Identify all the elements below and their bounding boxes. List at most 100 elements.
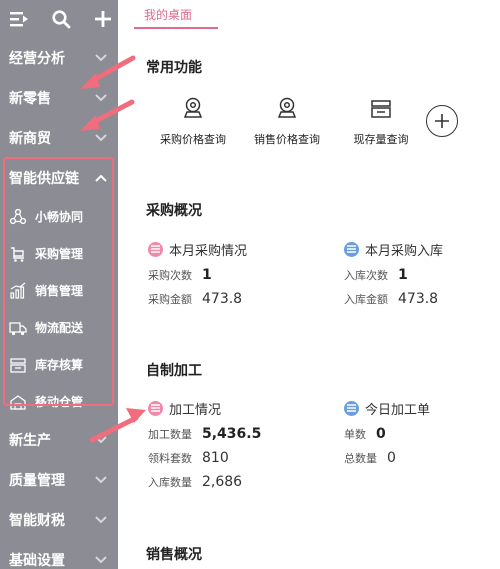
- section-title-sales: 销售概况: [146, 547, 202, 563]
- kv-key: 采购金额: [148, 293, 192, 306]
- kv-value: 1: [202, 267, 212, 283]
- list-badge-icon: [148, 241, 163, 257]
- kv-row: 采购金额 473.8: [148, 291, 318, 307]
- sidebar-item-label: 智能供应链: [9, 171, 79, 187]
- kv-value: 1: [398, 267, 408, 283]
- card-processing-status[interactable]: 加工情况 加工数量 5,436.5 领料套数 810 入库数量 2,686: [148, 398, 318, 490]
- kv-value: 473.8: [398, 291, 439, 307]
- chevron-down-icon: [94, 91, 108, 105]
- menu-collapse-icon[interactable]: [8, 8, 30, 30]
- sidebar-subitem-collab[interactable]: 小畅协同: [0, 198, 118, 235]
- search-icon[interactable]: [50, 8, 72, 30]
- sidebar-subitem-label: 库存核算: [35, 358, 84, 372]
- sales-chart-icon: [9, 282, 27, 300]
- add-function-button[interactable]: [426, 105, 458, 137]
- card-title: 本月采购情况: [169, 243, 248, 259]
- kv-value: 0: [376, 426, 386, 442]
- kv-value: 5,436.5: [202, 426, 262, 442]
- cart-icon: [9, 245, 27, 263]
- kv-value: 473.8: [202, 291, 243, 307]
- sidebar-item-new-production[interactable]: 新生产: [0, 420, 118, 460]
- sidebar-subitem-sales[interactable]: 销售管理: [0, 272, 118, 309]
- sidebar-subitem-label: 采购管理: [35, 247, 84, 261]
- section-title-common: 常用功能: [146, 60, 202, 76]
- collab-icon: [9, 208, 27, 226]
- list-badge-icon: [344, 241, 359, 257]
- chevron-down-icon: [94, 473, 108, 487]
- card-header: 今日加工单: [344, 398, 500, 418]
- kv-key: 单数: [344, 428, 366, 441]
- kv-key: 加工数量: [148, 428, 192, 441]
- func-stock-query[interactable]: 现存量查询: [334, 95, 428, 147]
- inventory-icon: [9, 356, 27, 374]
- sidebar-item-label: 新生产: [9, 433, 51, 449]
- kv-row: 加工数量 5,436.5: [148, 426, 318, 442]
- supply-chain-submenu: 小畅协同 采购管理 销售管理 物流配送 库存核算 移动仓管: [0, 198, 118, 420]
- kv-key: 领料套数: [148, 452, 192, 465]
- chevron-down-icon: [94, 51, 108, 65]
- card-today-processing-orders[interactable]: 今日加工单 单数 0 总数量 0: [344, 398, 500, 466]
- card-title: 本月采购入库: [365, 243, 444, 259]
- sidebar-item-smart-supply-chain[interactable]: 智能供应链: [0, 158, 118, 198]
- sidebar-subitem-label: 销售管理: [35, 284, 84, 298]
- main-panel: 我的桌面 常用功能 采购价格查询 销售价格查询 现存量查询 采购概况 本月采购情…: [118, 0, 500, 569]
- truck-icon: [9, 319, 27, 337]
- card-header: 加工情况: [148, 398, 318, 418]
- kv-row: 总数量 0: [344, 450, 500, 466]
- sidebar-item-label: 经营分析: [9, 51, 65, 67]
- kv-key: 入库数量: [148, 476, 192, 489]
- func-purchase-price-query[interactable]: 采购价格查询: [146, 95, 240, 147]
- card-title: 加工情况: [169, 402, 222, 418]
- sidebar-item-label: 基础设置: [9, 553, 65, 569]
- sidebar-subitem-purchase[interactable]: 采购管理: [0, 235, 118, 272]
- kv-key: 入库金额: [344, 293, 388, 306]
- kv-row: 入库数量 2,686: [148, 474, 318, 490]
- kv-row: 入库金额 473.8: [344, 291, 500, 307]
- kv-value: 2,686: [202, 474, 243, 490]
- stock-icon: [367, 95, 395, 123]
- func-sales-price-query[interactable]: 销售价格查询: [240, 95, 334, 147]
- kv-row: 单数 0: [344, 426, 500, 442]
- card-monthly-purchase[interactable]: 本月采购情况 采购次数 1 采购金额 473.8: [148, 239, 318, 307]
- func-label: 采购价格查询: [160, 133, 226, 146]
- add-icon[interactable]: [92, 8, 114, 30]
- price-tag-icon: [179, 95, 207, 123]
- sidebar-item-label: 新商贸: [9, 131, 51, 147]
- sidebar-item-smart-finance[interactable]: 智能财税: [0, 500, 118, 540]
- sidebar-subitem-label: 移动仓管: [35, 395, 84, 409]
- func-label: 销售价格查询: [254, 133, 320, 146]
- kv-row: 采购次数 1: [148, 267, 318, 283]
- kv-key: 采购次数: [148, 269, 192, 282]
- list-badge-icon: [344, 400, 359, 416]
- sidebar-item-label: 新零售: [9, 91, 51, 107]
- sidebar-item-new-retail[interactable]: 新零售: [0, 78, 118, 118]
- tab-active-indicator: [134, 27, 218, 29]
- kv-row: 入库次数 1: [344, 267, 500, 283]
- card-monthly-purchase-inbound[interactable]: 本月采购入库 入库次数 1 入库金额 473.8: [344, 239, 500, 307]
- sidebar-item-label: 智能财税: [9, 513, 65, 529]
- kv-row: 领料套数 810: [148, 450, 318, 466]
- sidebar-item-quality[interactable]: 质量管理: [0, 460, 118, 500]
- sidebar-subitem-label: 物流配送: [35, 321, 84, 335]
- card-header: 本月采购情况: [148, 239, 318, 259]
- sidebar-subitem-logistics[interactable]: 物流配送: [0, 309, 118, 346]
- list-badge-icon: [148, 400, 163, 416]
- sidebar-subitem-mobile-warehouse[interactable]: 移动仓管: [0, 383, 118, 420]
- sidebar-subitem-label: 小畅协同: [35, 210, 84, 224]
- sidebar-subitem-inventory[interactable]: 库存核算: [0, 346, 118, 383]
- sidebar-item-basic-settings[interactable]: 基础设置: [0, 540, 118, 569]
- sidebar-item-label: 质量管理: [9, 473, 65, 489]
- sidebar-item-new-trade[interactable]: 新商贸: [0, 118, 118, 158]
- kv-value: 0: [387, 450, 396, 466]
- func-label: 现存量查询: [353, 133, 409, 146]
- sidebar-item-business-analysis[interactable]: 经营分析: [0, 38, 118, 78]
- kv-key: 入库次数: [344, 269, 388, 282]
- section-title-purchase: 采购概况: [146, 203, 202, 219]
- kv-value: 810: [202, 450, 229, 466]
- chevron-down-icon: [94, 553, 108, 567]
- warehouse-icon: [9, 393, 27, 411]
- chevron-down-icon: [94, 131, 108, 145]
- card-header: 本月采购入库: [344, 239, 500, 259]
- plus-icon: [435, 114, 449, 128]
- sidebar: 经营分析 新零售 新商贸 智能供应链 小畅协同 采购管理 销售管理 物流配送 库…: [0, 0, 118, 569]
